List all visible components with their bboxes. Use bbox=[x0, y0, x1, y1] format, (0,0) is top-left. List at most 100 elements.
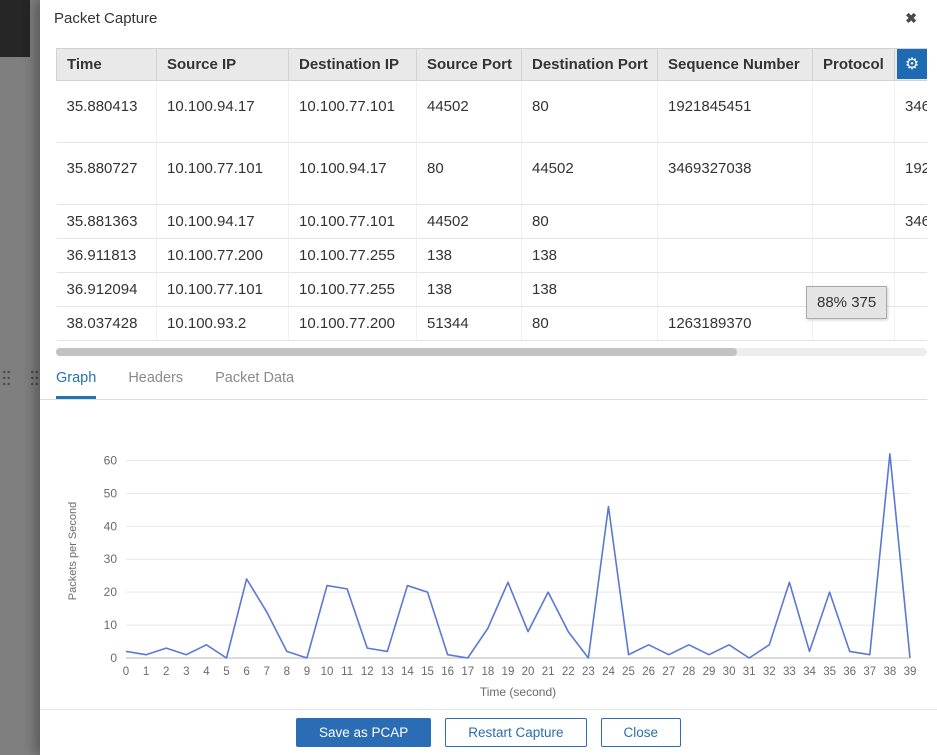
table-cell: 138 bbox=[417, 239, 522, 273]
svg-text:11: 11 bbox=[341, 666, 353, 678]
svg-text:Time (second): Time (second) bbox=[480, 685, 556, 699]
table-row[interactable]: 35.88136310.100.94.1710.100.77.101445028… bbox=[57, 205, 928, 239]
table-cell: 36.911813 bbox=[57, 239, 157, 273]
table-cell: 44502 bbox=[417, 205, 522, 239]
modal-header: Packet Capture ✖ bbox=[40, 0, 937, 36]
table-cell: 1921845451 bbox=[658, 81, 813, 143]
svg-text:18: 18 bbox=[481, 666, 494, 678]
svg-text:19: 19 bbox=[502, 666, 515, 678]
svg-text:40: 40 bbox=[104, 519, 118, 533]
page: { "modal": { "title": "Packet Capture", … bbox=[0, 0, 937, 755]
svg-text:39: 39 bbox=[904, 666, 917, 678]
tab-packet-data[interactable]: Packet Data bbox=[215, 370, 294, 399]
drag-handle-icon[interactable] bbox=[2, 369, 11, 387]
column-settings-button[interactable]: ⚙ bbox=[897, 49, 927, 79]
close-icon[interactable]: ✖ bbox=[905, 11, 917, 25]
svg-text:14: 14 bbox=[401, 666, 414, 678]
svg-text:21: 21 bbox=[542, 666, 555, 678]
packet-capture-modal: Packet Capture ✖ TimeSource IPDestinatio… bbox=[40, 0, 937, 755]
table-cell: 35.880413 bbox=[57, 81, 157, 143]
gear-icon: ⚙ bbox=[905, 54, 919, 74]
svg-text:10: 10 bbox=[104, 618, 118, 632]
tab-graph[interactable]: Graph bbox=[56, 370, 96, 399]
drag-handle-icon[interactable] bbox=[30, 369, 39, 387]
tab-headers[interactable]: Headers bbox=[128, 370, 183, 399]
save-as-pcap-button[interactable]: Save as PCAP bbox=[296, 718, 431, 747]
table-cell: 346 bbox=[895, 81, 928, 143]
svg-text:7: 7 bbox=[264, 666, 270, 678]
packet-table-container: TimeSource IPDestination IPSource PortDe… bbox=[56, 48, 927, 341]
table-cell: 80 bbox=[417, 143, 522, 205]
svg-text:32: 32 bbox=[763, 666, 776, 678]
packets-per-second-chart: 0102030405060012345678910111213141516171… bbox=[62, 434, 937, 707]
svg-text:31: 31 bbox=[743, 666, 756, 678]
horizontal-scrollbar-thumb[interactable] bbox=[56, 348, 737, 356]
column-header[interactable]: Source Port bbox=[417, 49, 522, 81]
table-cell: 35.881363 bbox=[57, 205, 157, 239]
svg-text:6: 6 bbox=[243, 666, 249, 678]
close-button[interactable]: Close bbox=[601, 718, 682, 747]
table-cell: 10.100.94.17 bbox=[157, 205, 289, 239]
table-header-row: TimeSource IPDestination IPSource PortDe… bbox=[57, 49, 928, 81]
table-cell bbox=[895, 273, 928, 307]
table-cell: 10.100.77.200 bbox=[157, 239, 289, 273]
table-cell: 36.912094 bbox=[57, 273, 157, 307]
table-cell bbox=[895, 239, 928, 273]
svg-text:9: 9 bbox=[304, 666, 310, 678]
table-cell: 1263189370 bbox=[658, 307, 813, 341]
svg-text:0: 0 bbox=[110, 651, 117, 665]
svg-text:30: 30 bbox=[104, 552, 118, 566]
svg-text:34: 34 bbox=[803, 666, 816, 678]
svg-text:30: 30 bbox=[723, 666, 736, 678]
svg-text:37: 37 bbox=[863, 666, 876, 678]
table-cell: 51344 bbox=[417, 307, 522, 341]
table-cell: 3469327038 bbox=[658, 143, 813, 205]
column-header[interactable]: Sequence Number bbox=[658, 49, 813, 81]
modal-footer: Save as PCAP Restart Capture Close bbox=[40, 709, 937, 755]
svg-text:20: 20 bbox=[522, 666, 535, 678]
table-row[interactable]: 36.91209410.100.77.10110.100.77.25513813… bbox=[57, 273, 928, 307]
horizontal-scrollbar-track[interactable] bbox=[56, 348, 927, 356]
table-cell: 44502 bbox=[417, 81, 522, 143]
column-header[interactable]: Protocol bbox=[813, 49, 895, 81]
restart-capture-button[interactable]: Restart Capture bbox=[445, 718, 586, 747]
svg-text:8: 8 bbox=[284, 666, 290, 678]
table-cell: 35.880727 bbox=[57, 143, 157, 205]
table-cell: 80 bbox=[522, 307, 658, 341]
table-cell: 10.100.94.17 bbox=[157, 81, 289, 143]
table-cell bbox=[658, 273, 813, 307]
table-cell: 38.037428 bbox=[57, 307, 157, 341]
column-header[interactable]: Destination Port bbox=[522, 49, 658, 81]
table-cell: 138 bbox=[522, 273, 658, 307]
table-cell: 10.100.77.101 bbox=[157, 143, 289, 205]
table-row[interactable]: 38.03742810.100.93.210.100.77.2005134480… bbox=[57, 307, 928, 341]
page-title: Packet Capture bbox=[54, 10, 157, 27]
table-row[interactable]: 36.91181310.100.77.20010.100.77.25513813… bbox=[57, 239, 928, 273]
table-cell: 10.100.77.255 bbox=[289, 239, 417, 273]
svg-text:33: 33 bbox=[783, 666, 796, 678]
table-cell bbox=[813, 239, 895, 273]
table-cell bbox=[658, 239, 813, 273]
svg-text:23: 23 bbox=[582, 666, 595, 678]
svg-text:35: 35 bbox=[823, 666, 836, 678]
table-row[interactable]: 35.88072710.100.77.10110.100.94.17804450… bbox=[57, 143, 928, 205]
table-cell: 80 bbox=[522, 205, 658, 239]
svg-text:3: 3 bbox=[183, 666, 189, 678]
table-cell bbox=[895, 307, 928, 341]
column-header[interactable]: Destination IP bbox=[289, 49, 417, 81]
svg-text:15: 15 bbox=[421, 666, 434, 678]
background-panel-fragment bbox=[0, 0, 30, 57]
packet-table: TimeSource IPDestination IPSource PortDe… bbox=[56, 48, 927, 341]
svg-text:24: 24 bbox=[602, 666, 615, 678]
svg-text:0: 0 bbox=[123, 666, 129, 678]
svg-text:2: 2 bbox=[163, 666, 169, 678]
svg-text:25: 25 bbox=[622, 666, 635, 678]
column-header[interactable]: Source IP bbox=[157, 49, 289, 81]
svg-text:10: 10 bbox=[321, 666, 334, 678]
svg-text:50: 50 bbox=[104, 486, 118, 500]
table-row[interactable]: 35.88041310.100.94.1710.100.77.101445028… bbox=[57, 81, 928, 143]
table-cell: 138 bbox=[522, 239, 658, 273]
column-header[interactable]: Time bbox=[57, 49, 157, 81]
table-cell: 10.100.93.2 bbox=[157, 307, 289, 341]
line-chart: 0102030405060012345678910111213141516171… bbox=[62, 434, 920, 702]
